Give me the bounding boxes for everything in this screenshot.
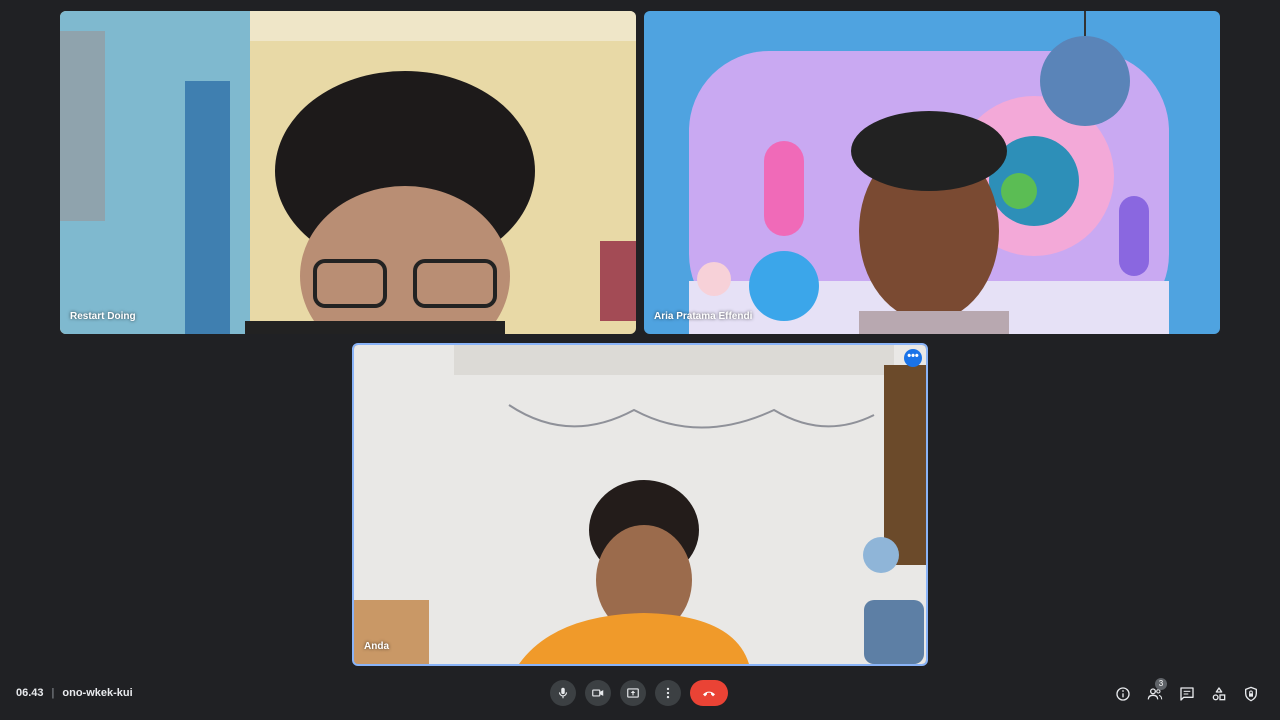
meeting-info-separator: |	[51, 687, 55, 699]
activities-icon	[1212, 687, 1226, 701]
more-options-button[interactable]	[655, 680, 681, 706]
host-controls-icon	[1245, 686, 1257, 702]
participant-name: Restart Doing	[70, 311, 136, 322]
present-screen-icon	[627, 688, 639, 698]
participant-name: Anda	[364, 641, 389, 652]
bottom-toolbar: 06.43 | ono-wkek-kui 3	[0, 672, 1280, 720]
chat-icon	[1180, 687, 1194, 701]
host-controls-button[interactable]	[1242, 685, 1260, 703]
people-count-badge: 3	[1155, 678, 1167, 690]
microphone-button[interactable]	[550, 680, 576, 706]
meeting-info: 06.43 | ono-wkek-kui	[16, 687, 133, 699]
video-tile-restart-doing[interactable]: Restart Doing	[60, 11, 636, 334]
meeting-details-button[interactable]	[1114, 685, 1132, 703]
meet-stage: Restart Doing Aria Pratama Effendi ••• A…	[0, 0, 1280, 720]
camera-icon	[592, 689, 604, 697]
info-icon	[1116, 687, 1130, 701]
chat-button[interactable]	[1178, 685, 1196, 703]
video-feed	[60, 11, 636, 334]
end-call-button[interactable]	[690, 680, 728, 706]
camera-button[interactable]	[585, 680, 611, 706]
microphone-icon	[558, 687, 568, 699]
more-options-icon	[666, 687, 670, 699]
meeting-code: ono-wkek-kui	[62, 687, 133, 699]
participant-name: Aria Pratama Effendi	[654, 311, 753, 322]
video-feed	[644, 11, 1220, 334]
end-call-icon	[703, 691, 715, 697]
video-feed	[354, 345, 926, 664]
video-tile-self[interactable]: ••• Anda	[352, 343, 928, 666]
video-tile-aria-pratama-effendi[interactable]: Aria Pratama Effendi	[644, 11, 1220, 334]
call-controls	[550, 680, 728, 706]
activities-button[interactable]	[1210, 685, 1228, 703]
tile-options-button[interactable]: •••	[904, 349, 922, 367]
present-screen-button[interactable]	[620, 680, 646, 706]
people-button[interactable]: 3	[1146, 678, 1167, 703]
meeting-time: 06.43	[16, 687, 44, 699]
side-panel-controls: 3	[1100, 678, 1260, 703]
